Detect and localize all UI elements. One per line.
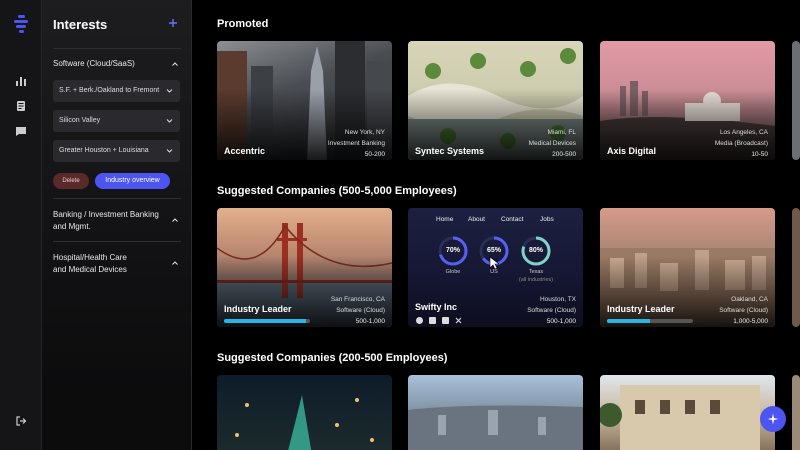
- gauge-sublabel: (all industries): [518, 277, 554, 283]
- chat-icon[interactable]: [15, 125, 27, 137]
- company-card-industry-leader-oakland[interactable]: Oakland, CA Software (Cloud) 1,000-5,000…: [600, 208, 775, 327]
- company-card-axis[interactable]: Los Angeles, CA Media (Broadcast) 10-50 …: [600, 41, 775, 160]
- gauge-value: 70%: [445, 247, 460, 254]
- swifty-nav-about[interactable]: About: [468, 216, 485, 223]
- gauge-value: 65%: [486, 247, 501, 254]
- city-aerial-image: [408, 405, 583, 450]
- region-dropdown-silicon-valley[interactable]: Silicon Valley: [53, 110, 180, 132]
- main-content: Promoted New York, NY Investment Banking…: [192, 0, 800, 450]
- dropdown-value: Greater Houston + Louisiana: [59, 147, 149, 154]
- gauge-value: 80%: [528, 247, 543, 254]
- interest-label-line: Banking / Investment Banking: [53, 210, 159, 219]
- company-size: 500-1,000: [355, 318, 385, 325]
- progress-bar: [224, 319, 310, 323]
- progress-fill: [607, 319, 650, 323]
- old-building-image: [600, 385, 760, 450]
- swifty-nav-jobs[interactable]: Jobs: [540, 216, 554, 223]
- company-name: Industry Leader: [224, 304, 292, 314]
- swifty-nav-contact[interactable]: Contact: [501, 216, 523, 223]
- chart-icon[interactable]: [15, 75, 27, 87]
- x-social-icon[interactable]: [455, 317, 462, 324]
- company-name: Swifty Inc: [415, 302, 458, 312]
- gauge-label: Globe: [445, 269, 461, 275]
- interest-healthcare-header[interactable]: Hospital/Health Care and Medical Devices: [53, 252, 127, 276]
- interest-banking-header[interactable]: Banking / Investment Banking and Mgmt.: [53, 209, 159, 233]
- company-location: Houston, TX: [539, 296, 576, 303]
- card-shade: [217, 255, 392, 327]
- dropdown-value: Silicon Valley: [59, 117, 101, 124]
- delete-button[interactable]: Delete: [53, 173, 89, 189]
- chevron-up-icon[interactable]: [171, 216, 179, 224]
- company-location: Oakland, CA: [731, 296, 768, 303]
- company-location: Miami, FL: [547, 129, 576, 136]
- company-card-syntec[interactable]: Miami, FL Medical Devices 200-500 Syntec…: [408, 41, 583, 160]
- night-city-image: [235, 395, 374, 450]
- dropdown-value: S.F. + Berk./Oakland to Fremont: [59, 87, 160, 94]
- chevron-down-icon: [166, 89, 173, 93]
- interest-label-line: Hospital/Health Care: [53, 253, 127, 262]
- panel-title: Interests: [53, 17, 108, 32]
- company-industry: Software (Cloud): [719, 307, 768, 314]
- chevron-up-icon[interactable]: [171, 259, 179, 267]
- suggested-mid-title: Suggested Companies (200-500 Employees): [217, 352, 448, 364]
- industry-overview-button[interactable]: Industry overview: [95, 173, 170, 189]
- company-industry: Software (Cloud): [336, 307, 385, 314]
- company-location: Los Angeles, CA: [719, 129, 768, 136]
- company-name: Syntec Systems: [415, 146, 485, 156]
- company-card-mid-3[interactable]: [600, 375, 775, 450]
- interest-software-header[interactable]: Software (Cloud/SaaS): [53, 58, 135, 70]
- company-card-partial[interactable]: [792, 41, 800, 160]
- company-card-mid-2[interactable]: [408, 375, 583, 450]
- company-size: 1,000-5,000: [733, 318, 768, 325]
- company-size: 10-50: [751, 151, 768, 158]
- document-icon[interactable]: [15, 100, 27, 112]
- company-card-partial[interactable]: [792, 375, 800, 450]
- app-logo-icon[interactable]: [12, 14, 30, 34]
- company-size: 500-1,000: [546, 318, 576, 325]
- divider: [53, 241, 181, 242]
- company-card-partial[interactable]: [792, 208, 800, 327]
- region-dropdown-sf[interactable]: S.F. + Berk./Oakland to Fremont: [53, 80, 180, 102]
- social-icon[interactable]: [416, 317, 423, 324]
- company-card-accentric[interactable]: New York, NY Investment Banking 50-200 A…: [217, 41, 392, 160]
- company-location: New York, NY: [344, 129, 385, 136]
- interest-label-line: and Mgmt.: [53, 222, 91, 231]
- company-card-swifty[interactable]: Home About Contact Jobs 70% Globe 65% US…: [408, 208, 583, 327]
- company-size: 200-500: [552, 151, 576, 158]
- company-name: Axis Digital: [607, 146, 657, 156]
- ai-assistant-button[interactable]: [760, 406, 786, 432]
- chevron-down-icon: [166, 149, 173, 153]
- interests-panel: Interests Software (Cloud/SaaS) S.F. + B…: [42, 0, 192, 450]
- company-industry: Medical Devices: [528, 140, 576, 147]
- chevron-up-icon[interactable]: [171, 60, 179, 68]
- progress-fill: [224, 319, 306, 323]
- add-interest-button[interactable]: [167, 17, 179, 29]
- company-size: 50-200: [364, 151, 385, 158]
- company-card-industry-leader-sf[interactable]: San Francisco, CA Software (Cloud) 500-1…: [217, 208, 392, 327]
- divider: [53, 48, 181, 49]
- company-card-mid-1[interactable]: [217, 375, 392, 450]
- gauge-label: Texas: [528, 269, 544, 275]
- calendar-icon[interactable]: [429, 317, 436, 324]
- cursor-icon: [489, 256, 499, 270]
- divider: [53, 198, 181, 199]
- logout-icon[interactable]: [15, 415, 27, 427]
- company-name: Industry Leader: [607, 304, 675, 314]
- region-dropdown-houston[interactable]: Greater Houston + Louisiana: [53, 140, 180, 162]
- sparkle-icon: [767, 413, 779, 425]
- company-location: San Francisco, CA: [330, 296, 385, 303]
- chevron-down-icon: [166, 119, 173, 123]
- promoted-title: Promoted: [217, 18, 269, 30]
- card-shade: [600, 255, 775, 327]
- company-industry: Investment Banking: [327, 140, 385, 147]
- company-industry: Media (Broadcast): [714, 140, 768, 147]
- icon-rail: [0, 0, 42, 450]
- company-industry: Software (Cloud): [527, 307, 576, 314]
- suggested-large-title: Suggested Companies (500-5,000 Employees…: [217, 185, 457, 197]
- linkedin-icon[interactable]: [442, 317, 449, 324]
- interest-label-line: and Medical Devices: [53, 265, 127, 274]
- progress-bar: [607, 319, 693, 323]
- swifty-nav-home[interactable]: Home: [436, 216, 453, 223]
- company-name: Accentric: [224, 146, 266, 156]
